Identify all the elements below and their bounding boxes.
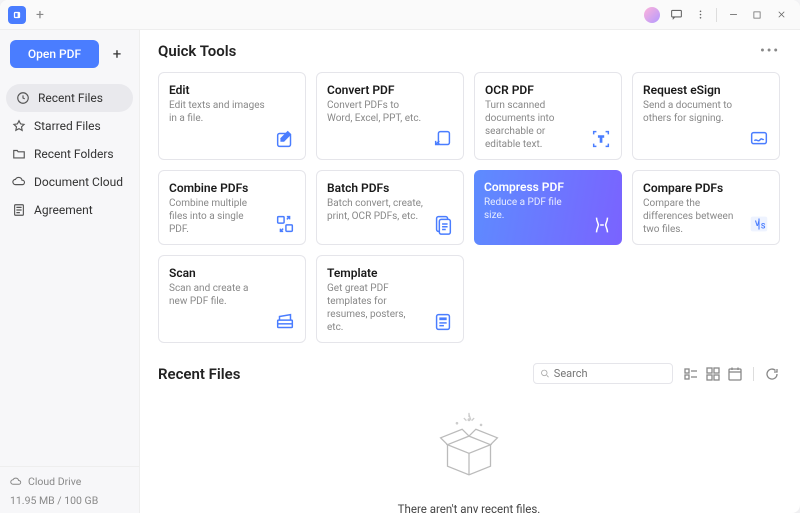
empty-box-icon [426,406,512,492]
maximize-button[interactable] [746,4,768,26]
sidebar-item-label: Recent Folders [34,147,114,161]
app-window: + Open PDF + [0,0,800,513]
sidebar-item-document-cloud[interactable]: Document Cloud [0,168,139,196]
svg-text:S: S [761,222,766,231]
sidebar-item-label: Recent Files [38,91,103,105]
compress-icon [590,213,614,237]
empty-state: There aren't any recent files. Click or … [158,400,780,513]
tool-title: Edit [169,83,295,97]
tool-card-batch[interactable]: Batch PDFs Batch convert, create, print,… [316,170,464,245]
grid-view-icon[interactable] [705,366,721,382]
tool-title: Batch PDFs [327,181,453,195]
tool-desc: Scan and create a new PDF file. [169,282,295,308]
tool-desc: Send a document to others for signing. [643,99,769,125]
tool-card-combine[interactable]: Combine PDFs Combine multiple files into… [158,170,306,245]
folder-icon [12,147,26,161]
tool-title: Template [327,266,453,280]
view-icons [683,366,743,382]
esign-icon [747,127,771,151]
combine-icon [273,212,297,236]
titlebar-left: + [8,5,48,25]
search-wrap[interactable] [533,363,673,384]
titlebar-right [641,4,792,26]
template-icon [431,310,455,334]
refresh-icon[interactable] [764,366,780,382]
search-input[interactable] [554,367,666,380]
tool-card-compare[interactable]: Compare PDFs Compare the differences bet… [632,170,780,245]
cloud-drive-label: Cloud Drive [28,475,81,488]
search-icon [540,368,550,379]
tool-desc: Convert PDFs to Word, Excel, PPT, etc. [327,99,453,125]
tool-grid: Edit Edit texts and images in a file. Co… [158,72,780,343]
sidebar-item-label: Document Cloud [34,175,123,189]
quick-tools-header: Quick Tools ••• [158,42,780,60]
titlebar: + [0,0,800,30]
empty-title: There aren't any recent files. [158,502,780,513]
tool-title: Combine PDFs [169,181,295,195]
recent-controls [533,363,780,384]
quick-tools-title: Quick Tools [158,42,236,60]
content: Quick Tools ••• Edit Edit texts and imag… [140,30,800,513]
cloud-icon [10,476,22,488]
recent-files-title: Recent Files [158,365,240,383]
sidebar-item-recent-files[interactable]: Recent Files [6,84,133,112]
tool-card-ocr[interactable]: OCR PDF Turn scanned documents into sear… [474,72,622,160]
tool-title: OCR PDF [485,83,611,97]
tool-card-compress[interactable]: Compress PDF Reduce a PDF file size. [474,170,622,245]
convert-icon [431,127,455,151]
new-file-button[interactable]: + [105,42,129,66]
sidebar-item-recent-folders[interactable]: Recent Folders [0,140,139,168]
tool-card-edit[interactable]: Edit Edit texts and images in a file. [158,72,306,160]
tool-card-esign[interactable]: Request eSign Send a document to others … [632,72,780,160]
tool-title: Compress PDF [484,180,612,194]
recent-header: Recent Files [158,363,780,384]
add-tab-button[interactable]: + [32,5,48,25]
doc-icon [12,203,26,217]
ocr-icon: T [589,127,613,151]
tool-card-convert[interactable]: Convert PDF Convert PDFs to Word, Excel,… [316,72,464,160]
sidebar-item-label: Starred Files [34,119,101,133]
star-icon [12,119,26,133]
minimize-button[interactable] [722,4,744,26]
batch-icon [431,212,455,236]
open-pdf-button[interactable]: Open PDF [10,40,99,68]
app-icon[interactable] [8,6,26,24]
tool-desc: Edit texts and images in a file. [169,99,295,125]
sidebar-top: Open PDF + [0,30,139,78]
body-area: Open PDF + Recent Files Starred Files Re… [0,30,800,513]
scan-icon [273,310,297,334]
tool-card-template[interactable]: Template Get great PDF templates for res… [316,255,464,343]
svg-text:T: T [598,135,603,145]
tool-title: Compare PDFs [643,181,769,195]
sidebar-item-starred-files[interactable]: Starred Files [0,112,139,140]
sidebar-item-agreement[interactable]: Agreement [0,196,139,224]
cloud-drive-button[interactable]: Cloud Drive [10,475,129,488]
sidebar-item-label: Agreement [34,203,93,217]
calendar-view-icon[interactable] [727,366,743,382]
storage-text: 11.95 MB / 100 GB [10,494,129,507]
tool-title: Request eSign [643,83,769,97]
avatar-icon[interactable] [641,4,663,26]
nav-list: Recent Files Starred Files Recent Folder… [0,78,139,230]
list-view-icon[interactable] [683,366,699,382]
tool-title: Scan [169,266,295,280]
sidebar: Open PDF + Recent Files Starred Files Re… [0,30,140,513]
edit-icon [273,127,297,151]
compare-icon: VS [747,212,771,236]
chat-icon[interactable] [665,4,687,26]
clock-icon [16,91,30,105]
more-tools-button[interactable]: ••• [760,44,780,59]
kebab-icon[interactable] [689,4,711,26]
sidebar-bottom: Cloud Drive 11.95 MB / 100 GB [0,466,139,513]
cloud-icon [12,175,26,189]
close-button[interactable] [770,4,792,26]
tool-card-scan[interactable]: Scan Scan and create a new PDF file. [158,255,306,343]
tool-title: Convert PDF [327,83,453,97]
